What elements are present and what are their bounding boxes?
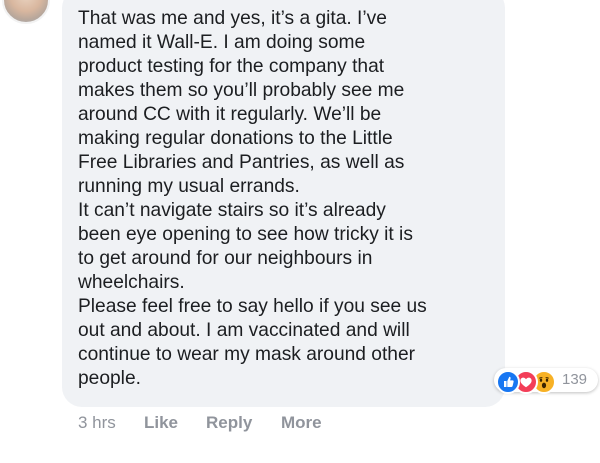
comment-line: running my usual errands.: [78, 176, 300, 197]
more-link[interactable]: More: [281, 413, 322, 433]
comment-line: Please feel free to say hello if you see…: [78, 296, 427, 317]
comment-line: out and about. I am vaccinated and will: [78, 320, 410, 341]
comment-line: making regular donations to the Little: [78, 128, 393, 149]
comment-line: product testing for the company that: [78, 56, 385, 77]
comment-line: It can’t navigate stairs so it’s already: [78, 200, 386, 221]
comment-line: Free Libraries and Pantries, as well as: [78, 152, 405, 173]
comment-line: to get around for our neighbours in: [78, 248, 373, 269]
comment-line: around CC with it regularly. We’ll be: [78, 104, 382, 125]
comment-line: wheelchairs.: [78, 272, 185, 293]
like-link[interactable]: Like: [144, 413, 178, 433]
avatar[interactable]: [2, 0, 50, 24]
reactions-summary[interactable]: 139: [494, 368, 598, 394]
comment-line: named it Wall-E. I am doing some: [78, 32, 366, 53]
reply-link[interactable]: Reply: [206, 413, 252, 433]
comment-line: That was me and yes, it’s a gita. I’ve: [78, 8, 387, 29]
timestamp-link[interactable]: 3 hrs: [78, 413, 116, 433]
reaction-count: 139: [562, 371, 588, 388]
comment-line: makes them so you’ll probably see me: [78, 80, 405, 101]
comment-line: been eye opening to see how tricky it is: [78, 224, 413, 245]
comment-line: people.: [78, 368, 141, 389]
comment-line: continue to wear my mask around other: [78, 344, 416, 365]
like-icon: [496, 370, 520, 394]
